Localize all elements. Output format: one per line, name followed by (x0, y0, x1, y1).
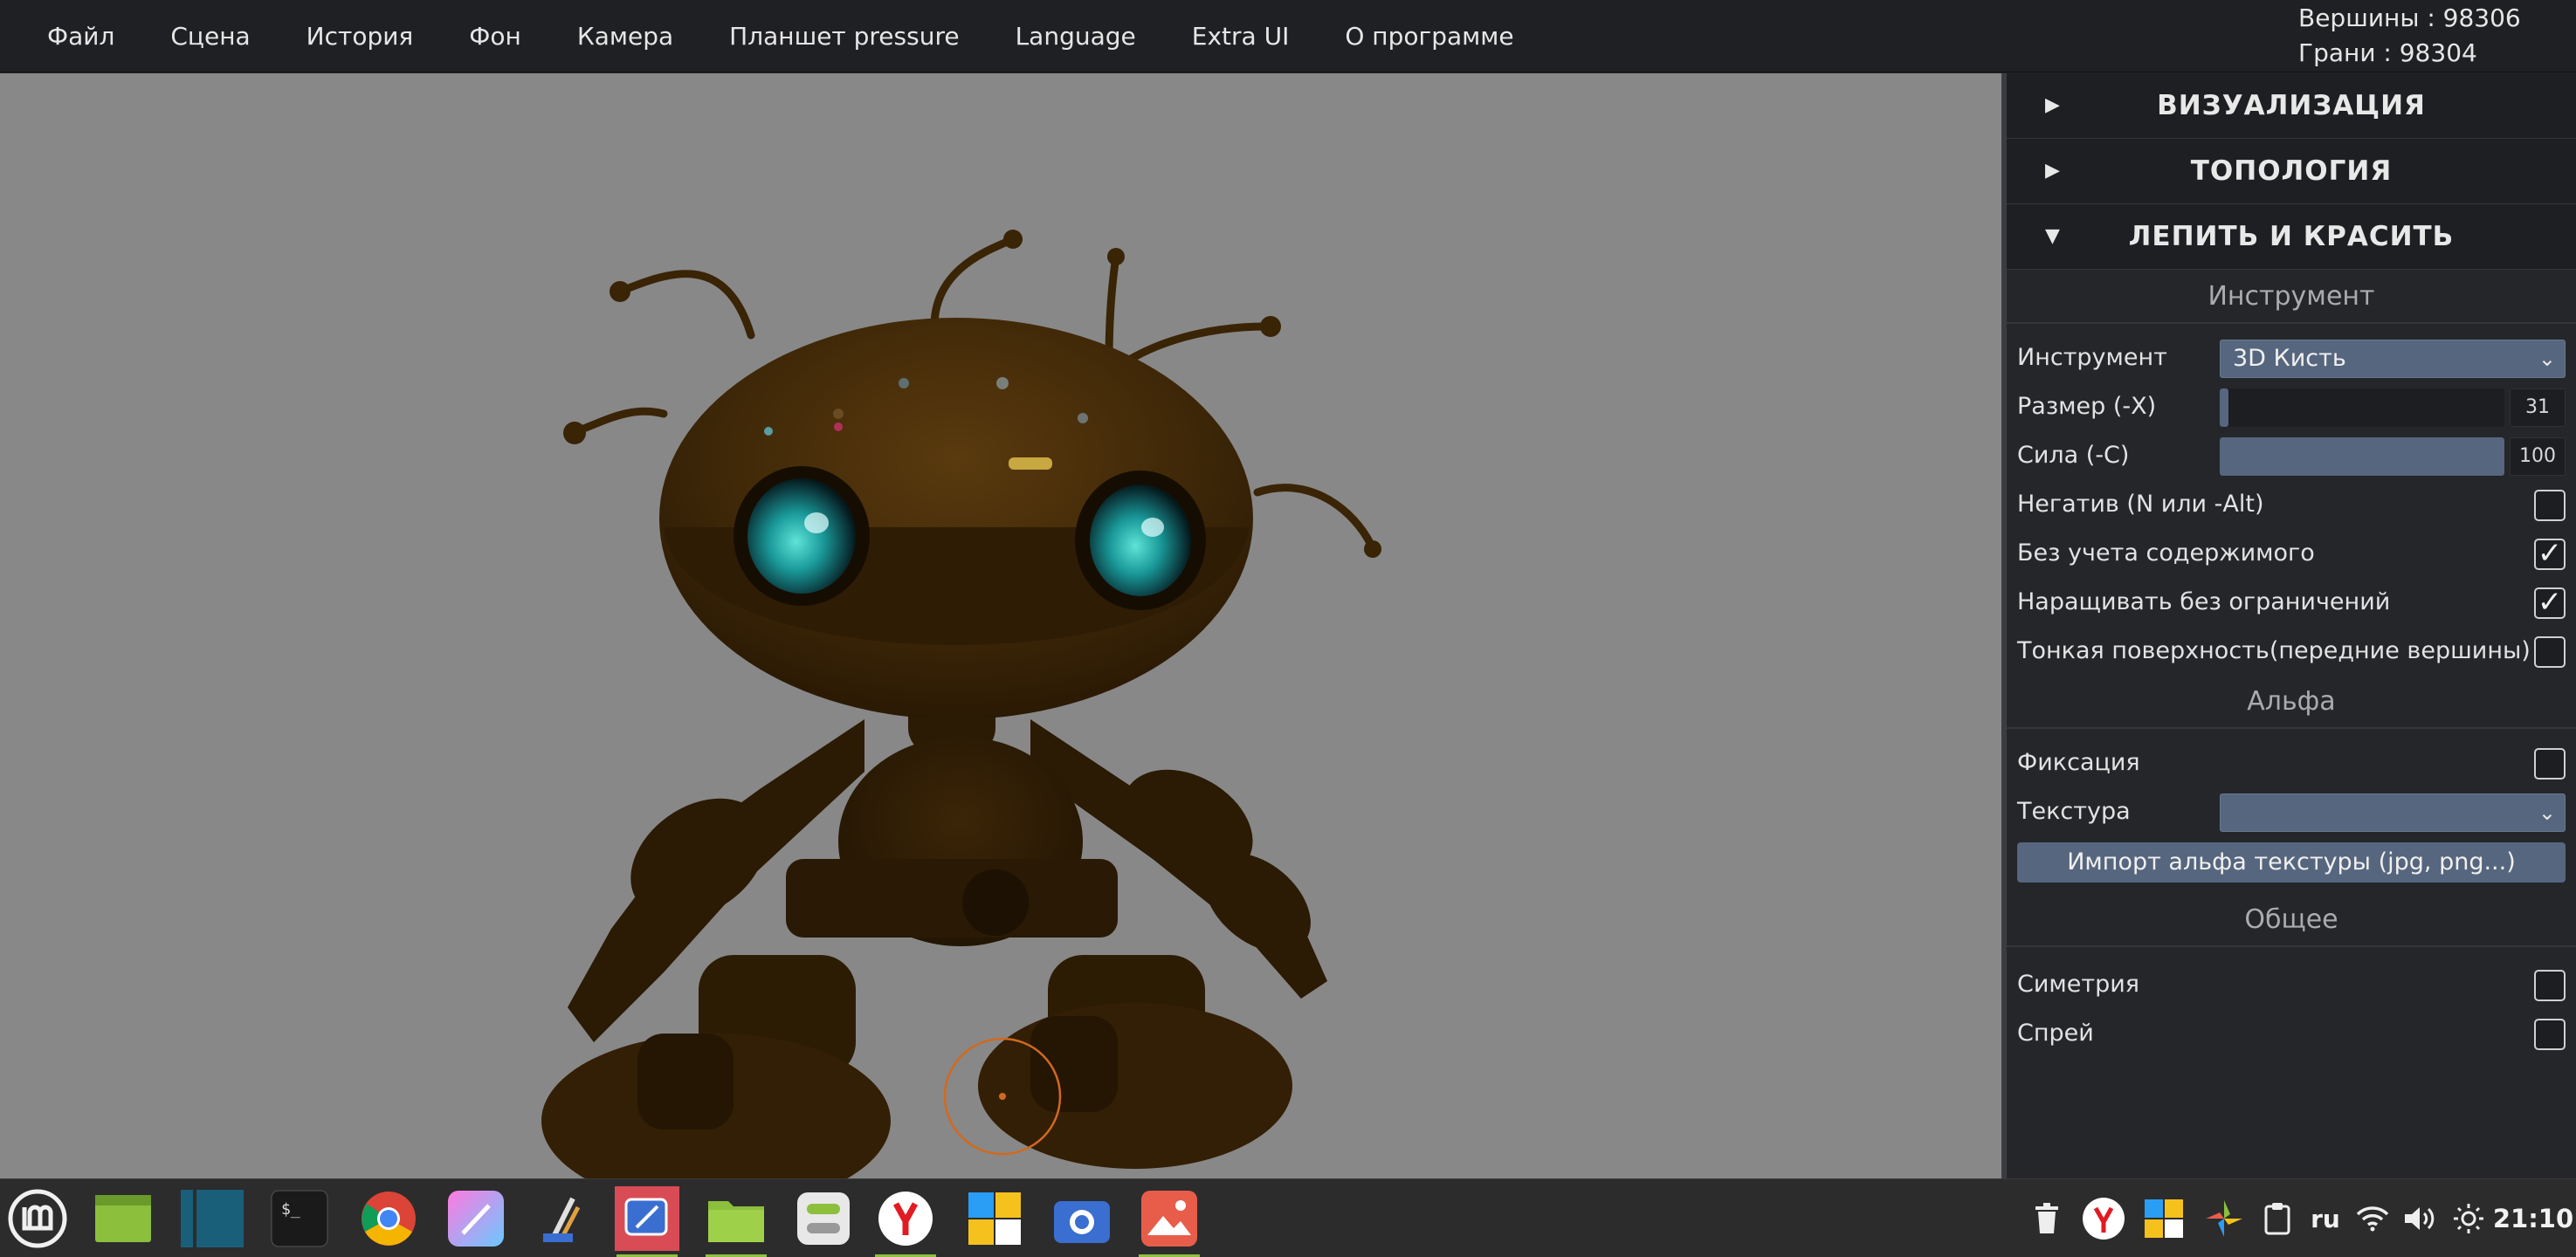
strength-value[interactable]: 100 (2510, 437, 2566, 476)
symmetry-label: Симетрия (2017, 970, 2140, 998)
thin-surface-checkbox[interactable] (2534, 636, 2566, 668)
tool-label: Инструмент (2017, 343, 2167, 371)
menu-language[interactable]: Language (988, 0, 1164, 72)
show-desktop-icon[interactable] (91, 1186, 155, 1251)
colorful-app-tray-icon[interactable] (2202, 1179, 2246, 1257)
screenshot-icon[interactable] (1050, 1186, 1114, 1251)
section-topology[interactable]: ▶ ТОПОЛОГИЯ (2007, 139, 2576, 204)
tool-select[interactable]: 3D Кисть ⌄ (2220, 340, 2566, 378)
chevron-down-icon: ⌄ (2538, 347, 2556, 371)
settings-icon[interactable] (791, 1186, 856, 1251)
mint-menu-icon[interactable] (5, 1186, 70, 1251)
chevron-down-icon: ⌄ (2538, 800, 2556, 825)
general-heading: Общее (2007, 893, 2576, 947)
menu-file[interactable]: Файл (19, 0, 142, 72)
yandex-tray-icon[interactable] (2080, 1179, 2127, 1257)
menu-background[interactable]: Фон (441, 0, 549, 72)
section-visualization[interactable]: ▶ ВИЗУАЛИЗАЦИЯ (2007, 73, 2576, 139)
brightness-icon[interactable] (2449, 1179, 2489, 1257)
files-icon[interactable] (704, 1186, 768, 1257)
menu-tablet-pressure[interactable]: Планшет pressure (701, 0, 987, 72)
size-slider-fill (2220, 388, 2228, 427)
size-row: Размер (-X) 31 (2007, 381, 2576, 430)
ignore-content-row: Без учета содержимого ✓ (2007, 528, 2576, 577)
face-count: Грани : 98304 (2298, 38, 2477, 67)
taskbar: $_ ru 21:10 (0, 1178, 2576, 1257)
strength-row: Сила (-C) 100 (2007, 430, 2576, 479)
ignore-content-label: Без учета содержимого (2017, 539, 2315, 567)
keyboard-layout[interactable]: ru (2305, 1179, 2345, 1257)
drawing-app-icon[interactable] (444, 1186, 508, 1251)
office-app-icon[interactable] (962, 1186, 1027, 1251)
size-value[interactable]: 31 (2510, 388, 2566, 427)
tool-heading: Инструмент (2007, 270, 2576, 324)
menu-camera[interactable]: Камера (549, 0, 701, 72)
grow-unlimited-label: Наращивать без ограничений (2017, 587, 2391, 615)
lock-checkbox[interactable] (2534, 748, 2566, 780)
workspace-switcher-icon[interactable] (180, 1186, 245, 1251)
tool-row: Инструмент 3D Кисть ⌄ (2007, 333, 2576, 381)
paint-tools-icon[interactable] (531, 1186, 596, 1251)
expand-arrow-icon: ▶ (2045, 94, 2061, 116)
strength-slider[interactable] (2220, 437, 2504, 476)
menu-scene[interactable]: Сцена (142, 0, 278, 72)
section-sculpt-paint[interactable]: ▼ ЛЕПИТЬ И КРАСИТЬ (2007, 204, 2576, 270)
collapse-arrow-icon: ▼ (2045, 225, 2061, 247)
spray-checkbox[interactable] (2534, 1019, 2566, 1050)
yandex-browser-icon[interactable] (873, 1186, 938, 1257)
strength-slider-fill (2220, 437, 2504, 476)
image-viewer-icon[interactable] (1137, 1186, 1202, 1257)
vertex-count: Вершины : 98306 (2298, 3, 2521, 32)
robot-model[interactable] (0, 73, 2001, 1178)
trash-icon[interactable] (2028, 1179, 2066, 1257)
section-visualization-title: ВИЗУАЛИЗАЦИЯ (2157, 90, 2426, 121)
lock-row: Фиксация (2007, 738, 2576, 786)
strength-label: Сила (-C) (2017, 441, 2130, 469)
mesh-stats: Вершины : 98306 Грани : 98304 (2298, 0, 2560, 71)
volume-icon[interactable] (2400, 1179, 2440, 1257)
svg-text:$_: $_ (281, 1200, 300, 1219)
tool-select-value: 3D Кисть (2233, 345, 2346, 372)
wifi-icon[interactable] (2352, 1179, 2393, 1257)
alpha-heading: Альфа (2007, 675, 2576, 729)
menu-extra-ui[interactable]: Extra UI (1164, 0, 1318, 72)
lock-label: Фиксация (2017, 748, 2140, 776)
section-sculpt-paint-title: ЛЕПИТЬ И КРАСИТЬ (2128, 221, 2455, 252)
menu-bar: Файл Сцена История Фон Камера Планшет pr… (0, 0, 2576, 72)
grow-unlimited-checkbox[interactable]: ✓ (2534, 587, 2566, 619)
clipboard-icon[interactable] (2258, 1179, 2297, 1257)
3d-viewport[interactable] (0, 73, 2001, 1178)
menu-about[interactable]: О программе (1317, 0, 1541, 72)
app-window: Файл Сцена История Фон Камера Планшет pr… (0, 0, 2576, 1257)
import-alpha-texture-button[interactable]: Импорт альфа текстуры (jpg, png...) (2017, 842, 2566, 883)
menu-items: Файл Сцена История Фон Камера Планшет pr… (19, 0, 1542, 72)
negative-checkbox[interactable] (2534, 490, 2566, 521)
negative-label: Негатив (N или -Alt) (2017, 490, 2264, 518)
size-slider[interactable] (2220, 388, 2504, 427)
spray-label: Спрей (2017, 1019, 2094, 1047)
spray-row: Спрей (2007, 1008, 2576, 1057)
terminal-icon[interactable]: $_ (267, 1186, 332, 1251)
negative-row: Негатив (N или -Alt) (2007, 479, 2576, 528)
texture-label: Текстура (2017, 797, 2131, 825)
side-panel: ▶ ВИЗУАЛИЗАЦИЯ ▶ ТОПОЛОГИЯ ▼ ЛЕПИТЬ И КР… (2001, 73, 2576, 1178)
texture-row: Текстура ⌄ (2007, 786, 2576, 835)
section-topology-title: ТОПОЛОГИЯ (2190, 155, 2393, 187)
size-label: Размер (-X) (2017, 392, 2157, 420)
symmetry-row: Симетрия (2007, 959, 2576, 1008)
expand-arrow-icon: ▶ (2045, 160, 2061, 182)
office-tray-icon[interactable] (2141, 1179, 2187, 1257)
texture-select[interactable]: ⌄ (2220, 793, 2566, 832)
robot-legs (541, 955, 1292, 1178)
thin-surface-label: Тонкая поверхность(передние вершины) (2017, 636, 2531, 664)
clock[interactable]: 21:10 (2493, 1179, 2573, 1257)
symmetry-checkbox[interactable] (2534, 970, 2566, 1001)
sculpt-app-icon[interactable] (615, 1186, 679, 1257)
chrome-icon[interactable] (356, 1186, 421, 1251)
grow-unlimited-row: Наращивать без ограничений ✓ (2007, 577, 2576, 626)
menu-history[interactable]: История (279, 0, 442, 72)
import-row: Импорт альфа текстуры (jpg, png...) (2007, 835, 2576, 893)
thin-surface-row: Тонкая поверхность(передние вершины) (2007, 626, 2576, 675)
ignore-content-checkbox[interactable]: ✓ (2534, 539, 2566, 570)
